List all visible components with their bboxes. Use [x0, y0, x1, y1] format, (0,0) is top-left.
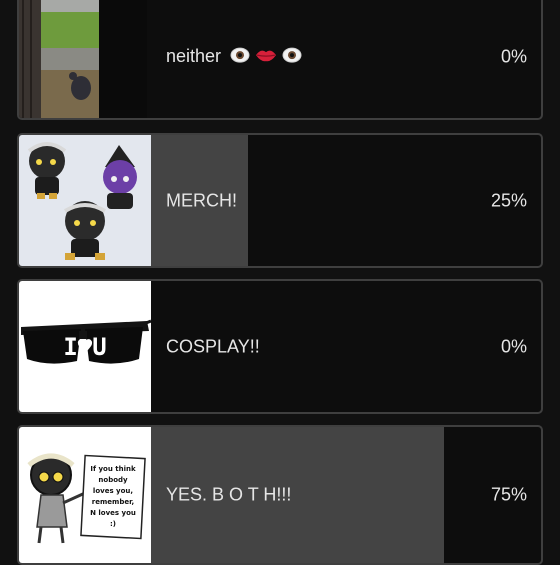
- poll-option-merch[interactable]: MERCH! 25%: [17, 133, 543, 268]
- option-image-outdoor-bird: [19, 0, 147, 118]
- poll-option-cosplay[interactable]: I♥U COSPLAY!! 0%: [17, 279, 543, 414]
- option-label: neither: [166, 46, 302, 68]
- glasses-led-text: I♥U: [63, 333, 106, 361]
- eye-icon: [230, 47, 250, 68]
- option-image-plush-merch: [19, 135, 151, 266]
- sign-line: remember,: [92, 498, 134, 506]
- option-text: neither: [166, 46, 222, 67]
- option-image-led-glasses: I♥U: [19, 281, 151, 412]
- option-percentage: 0%: [500, 46, 527, 67]
- sign-line: If you think: [90, 465, 136, 473]
- option-percentage: 25%: [490, 190, 527, 210]
- lips-icon: [255, 47, 277, 68]
- sign-line: nobody: [98, 476, 128, 484]
- option-text: COSPLAY!!: [166, 336, 260, 356]
- eye-icon: [282, 47, 302, 68]
- sign-line: :): [110, 520, 116, 528]
- sign-line: N loves you: [90, 509, 136, 517]
- option-image-sign-drawing: If you think nobody loves you, remember,…: [19, 427, 151, 563]
- option-percentage: 75%: [490, 484, 527, 505]
- option-text: YES. B O T H!!!: [166, 484, 292, 505]
- option-text: MERCH!: [166, 190, 237, 210]
- option-percentage: 0%: [500, 336, 527, 356]
- sign-line: loves you,: [93, 487, 133, 495]
- poll-option-neither[interactable]: neither 0%: [17, 0, 543, 120]
- poll-option-both[interactable]: If you think nobody loves you, remember,…: [17, 425, 543, 565]
